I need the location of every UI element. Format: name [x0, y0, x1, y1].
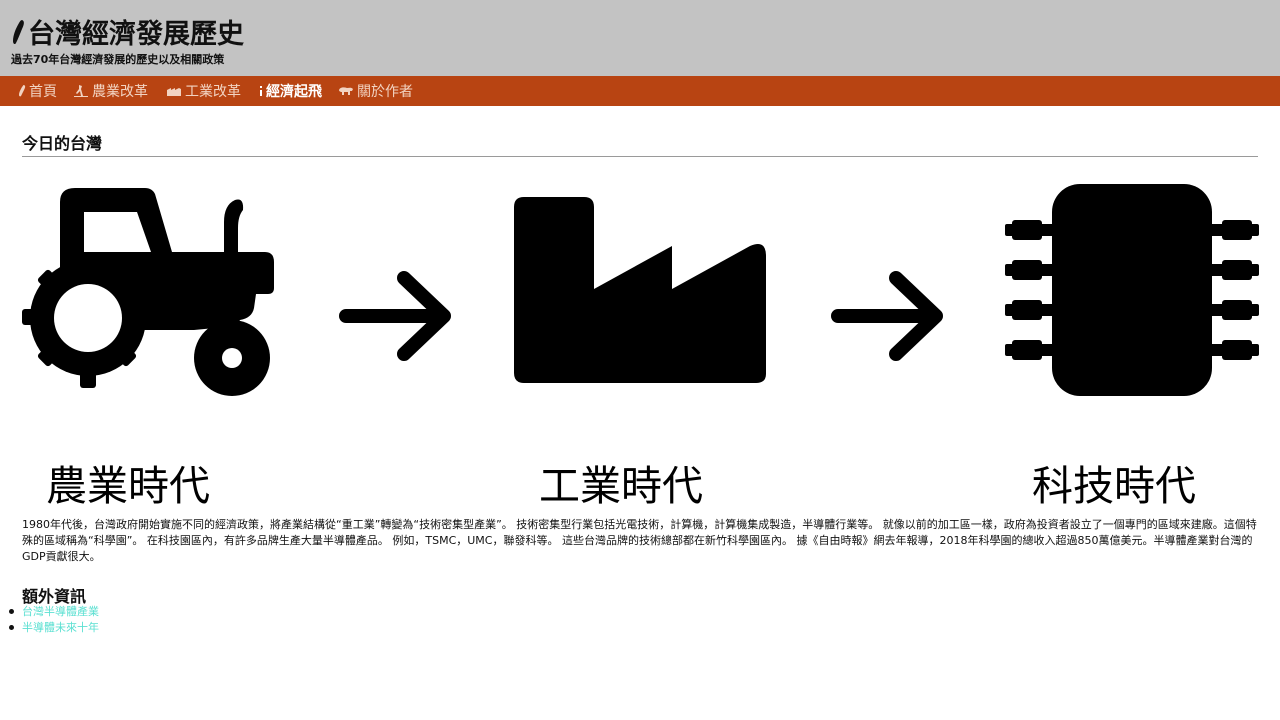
chart-icon — [259, 85, 263, 97]
taiwan-island-icon — [19, 85, 26, 97]
era-label-agriculture: 農業時代 — [46, 462, 210, 510]
era-label-industry: 工業時代 — [539, 462, 703, 510]
farmer-icon — [73, 84, 89, 98]
nav-item-label: 經濟起飛 — [266, 84, 322, 100]
section-title: 今日的台灣 — [22, 130, 1258, 157]
arrow-right-icon — [831, 271, 943, 361]
arrow-right-icon — [339, 271, 451, 361]
microchip-icon — [1005, 184, 1259, 396]
nav-item-label: 首頁 — [29, 84, 57, 100]
link-semiconductor-industry[interactable]: 台灣半導體產業 — [22, 605, 99, 618]
bear-icon — [338, 85, 354, 97]
main-nav: 首頁 農業改革 工業改革 經濟起飛 關於作者 — [0, 76, 1280, 106]
link-semiconductor-future[interactable]: 半導體未來十年 — [22, 621, 99, 634]
tractor-icon — [22, 188, 274, 396]
nav-item-label: 關於作者 — [357, 84, 413, 100]
nav-item-economy[interactable]: 經濟起飛 — [259, 76, 322, 106]
factory-icon — [514, 197, 766, 383]
nav-item-label: 農業改革 — [92, 84, 148, 100]
site-header: 台灣經濟發展歷史 過去70年台灣經濟發展的歷史以及相關政策 — [0, 0, 1280, 76]
site-title-text: 台灣經濟發展歷史 — [28, 19, 244, 50]
factory-icon — [166, 85, 182, 97]
nav-item-industry[interactable]: 工業改革 — [166, 76, 241, 106]
nav-item-label: 工業改革 — [185, 84, 241, 100]
nav-item-home[interactable]: 首頁 — [19, 76, 57, 106]
era-label-technology: 科技時代 — [1032, 462, 1196, 510]
extra-links-list: 台灣半導體產業 半導體未來十年 — [8, 604, 99, 636]
taiwan-island-icon — [12, 19, 26, 45]
list-item: 半導體未來十年 — [8, 620, 99, 636]
site-subtitle: 過去70年台灣經濟發展的歷史以及相關政策 — [11, 53, 225, 66]
nav-item-agriculture[interactable]: 農業改革 — [73, 76, 148, 106]
body-paragraph: 1980年代後，台灣政府開始實施不同的經濟政策，將產業結構從“重工業”轉變為“技… — [22, 518, 1257, 563]
site-title: 台灣經濟發展歷史 — [12, 12, 244, 51]
nav-item-about[interactable]: 關於作者 — [338, 76, 413, 106]
bullet-icon — [9, 625, 14, 630]
bullet-icon — [9, 609, 14, 614]
list-item: 台灣半導體產業 — [8, 604, 99, 620]
